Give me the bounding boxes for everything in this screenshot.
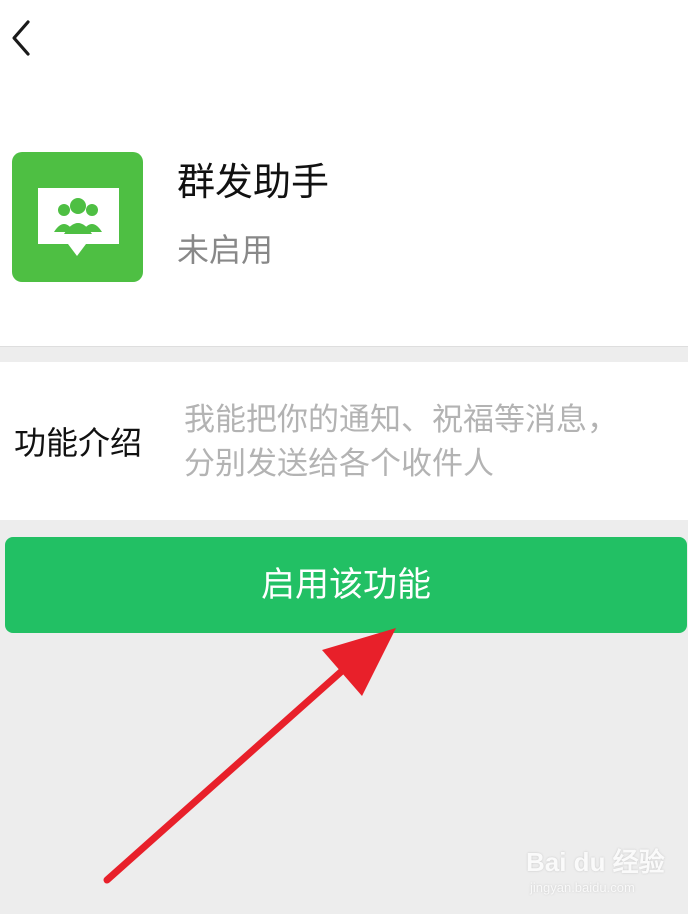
intro-label: 功能介绍 [14, 424, 143, 462]
app-header-section: 群发助手 未启用 [0, 0, 688, 347]
chevron-left-icon [12, 20, 30, 56]
back-button[interactable] [6, 16, 42, 60]
baidu-jingyan-watermark: Bai du 经验 jingyan.baidu.com [526, 846, 665, 904]
intro-description: 我能把你的通知、祝福等消息， 分别发送给各个收件人 [184, 398, 664, 486]
app-title: 群发助手 [177, 160, 330, 204]
watermark-url: jingyan.baidu.com [530, 880, 635, 895]
intro-line: 我能把你的通知、祝福等消息， [184, 402, 618, 438]
watermark-logo: Bai du 经验 [526, 847, 665, 877]
intro-line: 分别发送给各个收件人 [184, 446, 494, 482]
group-chat-icon [12, 152, 143, 282]
enable-feature-button[interactable]: 启用该功能 [5, 537, 687, 633]
app-status: 未启用 [177, 231, 274, 269]
feature-intro-section: 功能介绍 我能把你的通知、祝福等消息， 分别发送给各个收件人 [0, 362, 688, 520]
